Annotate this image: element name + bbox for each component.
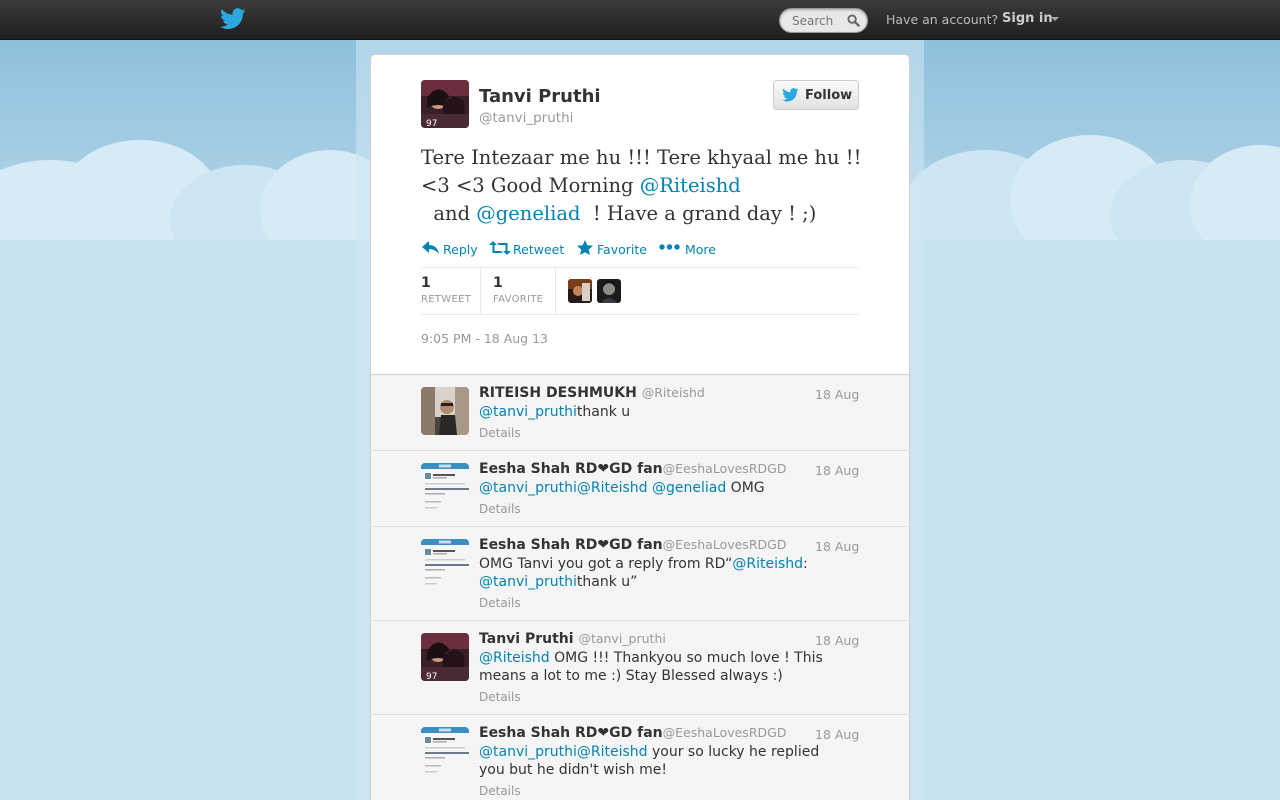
reply-author[interactable]: Eesha Shah RD❤GD fan@EeshaLovesRDGD xyxy=(479,725,786,741)
reply-arrow-icon xyxy=(422,241,439,254)
reply-text-part: thank u xyxy=(576,404,631,420)
reply-tweet[interactable]: Eesha Shah RD❤GD fan@EeshaLovesRDGD 18 A… xyxy=(370,527,910,621)
retweet-count[interactable]: 1 xyxy=(421,275,431,291)
user-avatar[interactable] xyxy=(568,279,592,303)
reply-tweet[interactable]: RITEISH DESHMUKH @Riteishd 18 Aug @tanvi… xyxy=(370,375,910,451)
follow-label: Follow xyxy=(805,88,853,103)
details-link[interactable]: Details xyxy=(479,690,521,704)
reply-text-part: thank u” xyxy=(576,574,638,590)
star-icon xyxy=(577,240,593,255)
reply-tweet[interactable]: Eesha Shah RD❤GD fan@EeshaLovesRDGD 18 A… xyxy=(370,715,910,800)
author-name[interactable]: Tanvi Pruthi xyxy=(479,86,601,107)
stat-separator xyxy=(555,268,556,314)
sign-in-link[interactable]: Sign in xyxy=(1002,11,1053,26)
mention-link[interactable]: @tanvi_pruthi@Riteishd @geneliad xyxy=(479,480,726,496)
tweet-timestamp[interactable]: 9:05 PM - 18 Aug 13 xyxy=(421,331,548,346)
twitter-bird-icon[interactable] xyxy=(220,8,246,30)
user-avatar[interactable] xyxy=(597,279,621,303)
reply-date[interactable]: 18 Aug xyxy=(815,539,859,554)
reply-author-handle: @Riteishd xyxy=(641,385,705,400)
reply-author[interactable]: Eesha Shah RD❤GD fan@EeshaLovesRDGD xyxy=(479,461,786,477)
details-link[interactable]: Details xyxy=(479,596,521,610)
twitter-bird-icon xyxy=(782,88,799,102)
divider xyxy=(421,314,859,315)
reply-tweet[interactable]: Eesha Shah RD❤GD fan@EeshaLovesRDGD 18 A… xyxy=(370,451,910,527)
reply-author-handle: @EeshaLovesRDGD xyxy=(662,461,787,476)
reply-text: OMG Tanvi you got a reply from RD“@Ritei… xyxy=(479,555,829,591)
reply-author-handle: @EeshaLovesRDGD xyxy=(662,537,787,552)
reply-text-part: OMG xyxy=(726,480,765,496)
more-label: More xyxy=(685,242,716,257)
stat-separator xyxy=(480,268,481,314)
details-link[interactable]: Details xyxy=(479,502,521,516)
reply-tweet[interactable]: 97 Tanvi Pruthi @tanvi_pruthi 18 Aug @Ri… xyxy=(370,621,910,715)
author-handle[interactable]: @tanvi_pruthi xyxy=(479,110,573,126)
reply-avatar[interactable]: 97 xyxy=(421,633,469,681)
reply-date[interactable]: 18 Aug xyxy=(815,633,859,648)
mention-link[interactable]: @tanvi_pruthi@Riteishd xyxy=(479,744,648,760)
favorite-label: Favorite xyxy=(597,242,647,257)
reply-text: @Riteishd OMG !!! Thankyou so much love … xyxy=(479,649,829,685)
tweet-text-part: ! Have a grand day ! ;) xyxy=(580,202,817,225)
reply-author-name: Tanvi Pruthi xyxy=(479,631,574,647)
reply-date[interactable]: 18 Aug xyxy=(815,727,859,742)
details-link[interactable]: Details xyxy=(479,784,521,798)
reply-text: @tanvi_pruthi@Riteishd @geneliad OMG xyxy=(479,479,829,497)
retweet-count-label: RETWEET xyxy=(421,294,472,305)
reply-author-name: Eesha Shah RD❤GD fan xyxy=(479,461,663,477)
reply-date[interactable]: 18 Aug xyxy=(815,463,859,478)
mention-link[interactable]: @Riteishd xyxy=(479,650,550,666)
svg-text:97: 97 xyxy=(426,119,437,128)
reply-author-handle: @tanvi_pruthi xyxy=(578,631,666,646)
reply-author[interactable]: Tanvi Pruthi @tanvi_pruthi xyxy=(479,631,666,647)
reply-text: @tanvi_pruthithank u xyxy=(479,403,829,421)
retweet-icon xyxy=(489,241,511,255)
reply-avatar[interactable] xyxy=(421,463,469,511)
author-avatar[interactable]: 97 xyxy=(421,80,469,128)
have-account-text: Have an account? xyxy=(886,12,999,27)
search-box xyxy=(779,8,868,33)
reply-author[interactable]: RITEISH DESHMUKH @Riteishd xyxy=(479,385,705,401)
reply-author-name: Eesha Shah RD❤GD fan xyxy=(479,725,663,741)
reply-avatar[interactable] xyxy=(421,539,469,587)
mention-link[interactable]: @tanvi_pruthi xyxy=(479,574,577,590)
search-input[interactable] xyxy=(780,9,846,32)
reply-author-handle: @EeshaLovesRDGD xyxy=(662,725,787,740)
reply-avatar[interactable] xyxy=(421,727,469,775)
ellipsis-icon xyxy=(659,244,680,250)
reply-text-part: OMG Tanvi you got a reply from RD“ xyxy=(479,556,733,572)
mention-link[interactable]: @Riteishd xyxy=(732,556,803,572)
favorite-count-label: FAVORITE xyxy=(493,294,544,305)
reply-author[interactable]: Eesha Shah RD❤GD fan@EeshaLovesRDGD xyxy=(479,537,786,553)
tweet-text-part: and xyxy=(421,202,477,225)
mention-link[interactable]: @geneliad xyxy=(476,202,580,225)
reply-text-part: : xyxy=(803,556,808,572)
mention-link[interactable]: @Riteishd xyxy=(640,174,741,197)
favorite-count[interactable]: 1 xyxy=(493,275,503,291)
chevron-down-icon[interactable] xyxy=(1051,17,1059,21)
divider xyxy=(421,267,859,268)
permalink-tweet: 97 Tanvi Pruthi @tanvi_pruthi Follow Ter… xyxy=(370,54,910,375)
retweet-label: Retweet xyxy=(513,242,565,257)
reply-author-name: Eesha Shah RD❤GD fan xyxy=(479,537,663,553)
reply-author-name: RITEISH DESHMUKH xyxy=(479,385,637,401)
reply-label: Reply xyxy=(443,242,478,257)
reply-date[interactable]: 18 Aug xyxy=(815,387,859,402)
mention-link[interactable]: @tanvi_pruthi xyxy=(479,404,577,420)
reply-avatar[interactable] xyxy=(421,387,469,435)
reply-text: @tanvi_pruthi@Riteishd your so lucky he … xyxy=(479,743,829,779)
magnifier-icon[interactable] xyxy=(847,14,860,27)
follow-button[interactable]: Follow xyxy=(773,80,859,110)
details-link[interactable]: Details xyxy=(479,426,521,440)
svg-text:97: 97 xyxy=(426,672,437,681)
tweet-text: Tere Intezaar me hu !!! Tere khyaal me h… xyxy=(421,144,871,228)
top-navigation-bar: Have an account? Sign in xyxy=(0,0,1280,40)
